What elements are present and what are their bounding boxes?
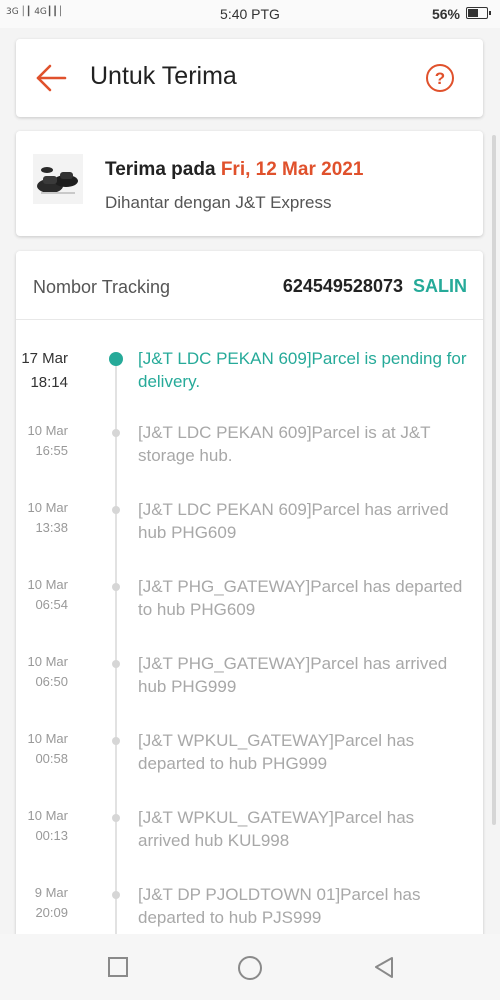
- tracking-number-group: 624549528073 SALIN: [283, 276, 467, 297]
- home-icon[interactable]: [237, 956, 263, 982]
- event-datetime: 10 Mar 13:38: [28, 498, 68, 538]
- event-time: 00:13: [35, 828, 68, 843]
- received-label: Terima pada: [105, 159, 216, 180]
- page-title: Untuk Terima: [90, 62, 237, 90]
- timeline-dot: [112, 737, 120, 745]
- event-time: 06:54: [35, 597, 68, 612]
- status-time: 5:40 PTG: [220, 6, 280, 22]
- event-description: [J&T LDC PEKAN 609]Parcel is pending for…: [138, 349, 467, 391]
- event-description: [J&T DP PJOLDTOWN 01]Parcel has departed…: [138, 885, 421, 927]
- back-triangle-icon[interactable]: [372, 956, 396, 980]
- timeline-line: [115, 358, 117, 951]
- timeline-dot: [112, 506, 120, 514]
- received-date: Fri, 12 Mar 2021: [220, 159, 364, 180]
- status-bar: 3G │┃ 4G┃┃│ 5:40 PTG 56%: [0, 0, 500, 28]
- received-date-line: Terima pada Fri, 12 Mar 2021: [105, 159, 363, 181]
- event-datetime: 10 Mar 00:13: [28, 806, 68, 846]
- question-circle-icon[interactable]: ?: [425, 63, 455, 93]
- product-thumbnail: [33, 154, 83, 204]
- event-date: 10 Mar: [27, 654, 68, 669]
- battery-icon: [466, 7, 491, 19]
- event-date: 10 Mar: [27, 731, 68, 746]
- tracking-card: Nombor Tracking 624549528073 SALIN 17 Ma…: [16, 251, 483, 951]
- timeline-dot: [112, 583, 120, 591]
- arrow-left-icon[interactable]: [34, 61, 68, 95]
- event-description: [J&T WPKUL_GATEWAY]Parcel has arrived hu…: [138, 808, 415, 850]
- tracking-header: Nombor Tracking 624549528073 SALIN: [16, 251, 483, 320]
- timeline-dot: [112, 429, 120, 437]
- event-datetime: 10 Mar 16:55: [28, 421, 68, 461]
- delivery-card[interactable]: Terima pada Fri, 12 Mar 2021 Dihantar de…: [16, 131, 483, 236]
- event-description: [J&T LDC PEKAN 609]Parcel has arrived hu…: [138, 500, 449, 542]
- event-time: 06:50: [35, 674, 68, 689]
- event-date: 10 Mar: [27, 500, 68, 515]
- event-datetime: 10 Mar 06:50: [28, 652, 68, 692]
- event-description: [J&T WPKUL_GATEWAY]Parcel has departed t…: [138, 731, 415, 773]
- event-date: 17 Mar: [21, 350, 68, 367]
- event-time: 13:38: [35, 520, 68, 535]
- page-header: Untuk Terima ?: [16, 39, 483, 117]
- event-datetime: 9 Mar 20:09: [35, 883, 68, 923]
- event-datetime: 10 Mar 06:54: [28, 575, 68, 615]
- event-time: 16:55: [35, 443, 68, 458]
- event-time: 20:09: [35, 905, 68, 920]
- scrollbar[interactable]: [492, 135, 496, 825]
- event-description: [J&T PHG_GATEWAY]Parcel has departed to …: [138, 577, 463, 619]
- timeline-dot: [112, 891, 120, 899]
- copy-button[interactable]: SALIN: [413, 276, 467, 296]
- event-datetime: 10 Mar 00:58: [28, 729, 68, 769]
- system-nav-bar: [0, 934, 500, 1000]
- timeline-dot: [112, 660, 120, 668]
- event-date: 10 Mar: [27, 577, 68, 592]
- event-time: 00:58: [35, 751, 68, 766]
- event-date: 9 Mar: [34, 885, 68, 900]
- event-date: 10 Mar: [27, 808, 68, 823]
- event-datetime: 17 Mar 18:14: [21, 347, 68, 395]
- event-description: [J&T PHG_GATEWAY]Parcel has arrived hub …: [138, 654, 448, 696]
- tracking-label: Nombor Tracking: [33, 277, 171, 297]
- timeline-dot: [112, 814, 120, 822]
- carrier-text: Dihantar dengan J&T Express: [105, 193, 332, 212]
- recent-apps-icon[interactable]: [107, 956, 129, 978]
- event-date: 10 Mar: [27, 423, 68, 438]
- battery-percent: 56%: [431, 6, 460, 22]
- event-time: 18:14: [30, 374, 68, 391]
- svg-text:?: ?: [435, 69, 445, 88]
- tracking-number: 624549528073: [282, 276, 403, 296]
- event-description: [J&T LDC PEKAN 609]Parcel is at J&T stor…: [138, 423, 431, 465]
- timeline-dot-active: [109, 352, 123, 366]
